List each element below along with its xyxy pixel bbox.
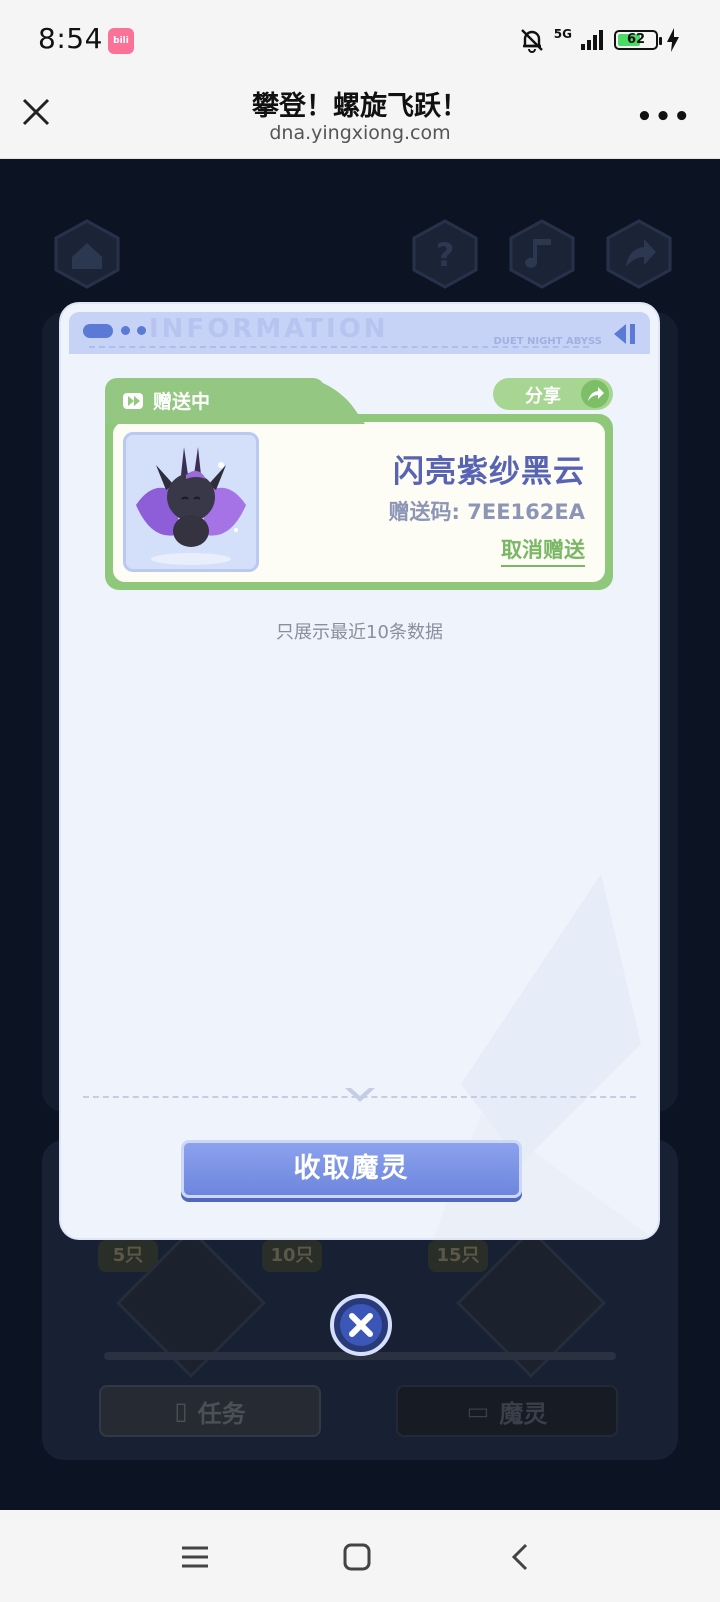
battery-percent: 62 [626,32,646,47]
status-label: 赠送中 [153,391,211,413]
collect-sprite-button[interactable]: 收取魔灵 [181,1140,522,1198]
share-icon [581,380,609,408]
mute-bell-icon [520,29,543,53]
close-modal-button[interactable] [330,1294,392,1356]
tab-sprite-label: 魔灵 [499,1399,548,1428]
help-icon: ? [412,219,478,289]
charging-bolt-icon [667,28,679,52]
modal-header: INFORMATION DUET NIGHT ABYSS [69,312,650,354]
page-url: dna.yingxiong.com [269,122,451,144]
gift-record-card: 闪亮紫纱黑云 赠送码: 7EE162EA 取消赠送 赠送中 分享 [105,378,613,590]
network-type: 5G [553,27,572,41]
gift-record-modal: INFORMATION DUET NIGHT ABYSS 闪亮紫纱黑云 赠送码:… [61,304,658,1238]
records-notice: 只展示最近10条数据 [276,622,443,643]
home-icon [54,219,120,289]
cancel-gift-link[interactable]: 取消赠送 [501,534,585,567]
header-brand: DUET NIGHT ABYSS [493,336,602,347]
milestone-badge: 5只 [98,1240,158,1272]
sprite-portrait [123,432,259,572]
fast-forward-icon [123,393,143,409]
svg-text:?: ? [436,236,455,274]
milestone-badge: 10只 [262,1240,322,1272]
header-dot [121,326,130,335]
more-menu-icon[interactable]: ••• [636,102,692,132]
header-pill [83,324,113,338]
home-nav-icon[interactable] [340,1540,374,1574]
share-arrow-icon [606,219,672,289]
collapse-arrow-icon [614,324,635,344]
close-icon [340,1304,382,1346]
card-content: 闪亮紫纱黑云 赠送码: 7EE162EA 取消赠送 [113,422,605,582]
sprite-image [136,447,246,565]
document-icon: ▯ [174,1397,188,1425]
tab-sprite: ▭ 魔灵 [396,1385,618,1437]
sprite-name: 闪亮紫纱黑云 [393,454,585,490]
status-icons: 5G 62 [518,24,680,56]
gift-code: 赠送码: 7EE162EA [388,500,585,524]
card-frame: 闪亮紫纱黑云 赠送码: 7EE162EA 取消赠送 [105,414,613,590]
music-icon [509,219,575,289]
divider-notch [345,1088,375,1102]
bilibili-app-icon: bili [108,28,134,54]
header-watermark: INFORMATION [149,314,389,344]
folder-icon: ▭ [466,1397,490,1425]
status-bar: 8:54 bili 5G 62 [0,0,720,80]
menu-icon[interactable] [178,1540,212,1574]
tab-task: ▯ 任务 [99,1385,321,1437]
clock: 8:54 [38,22,103,55]
back-icon[interactable] [504,1540,538,1574]
milestone-badge: 15只 [428,1240,488,1272]
browser-toolbar: 攀登！螺旋飞跃！ dna.yingxiong.com ••• [0,80,720,159]
page-title: 攀登！螺旋飞跃！ [252,91,468,122]
tab-task-label: 任务 [197,1399,246,1428]
header-dot [137,326,146,335]
share-label: 分享 [525,386,561,407]
system-nav-bar [0,1510,720,1602]
signal-icon [581,30,603,50]
battery-icon: 62 [614,30,662,50]
share-button[interactable]: 分享 [493,378,613,410]
